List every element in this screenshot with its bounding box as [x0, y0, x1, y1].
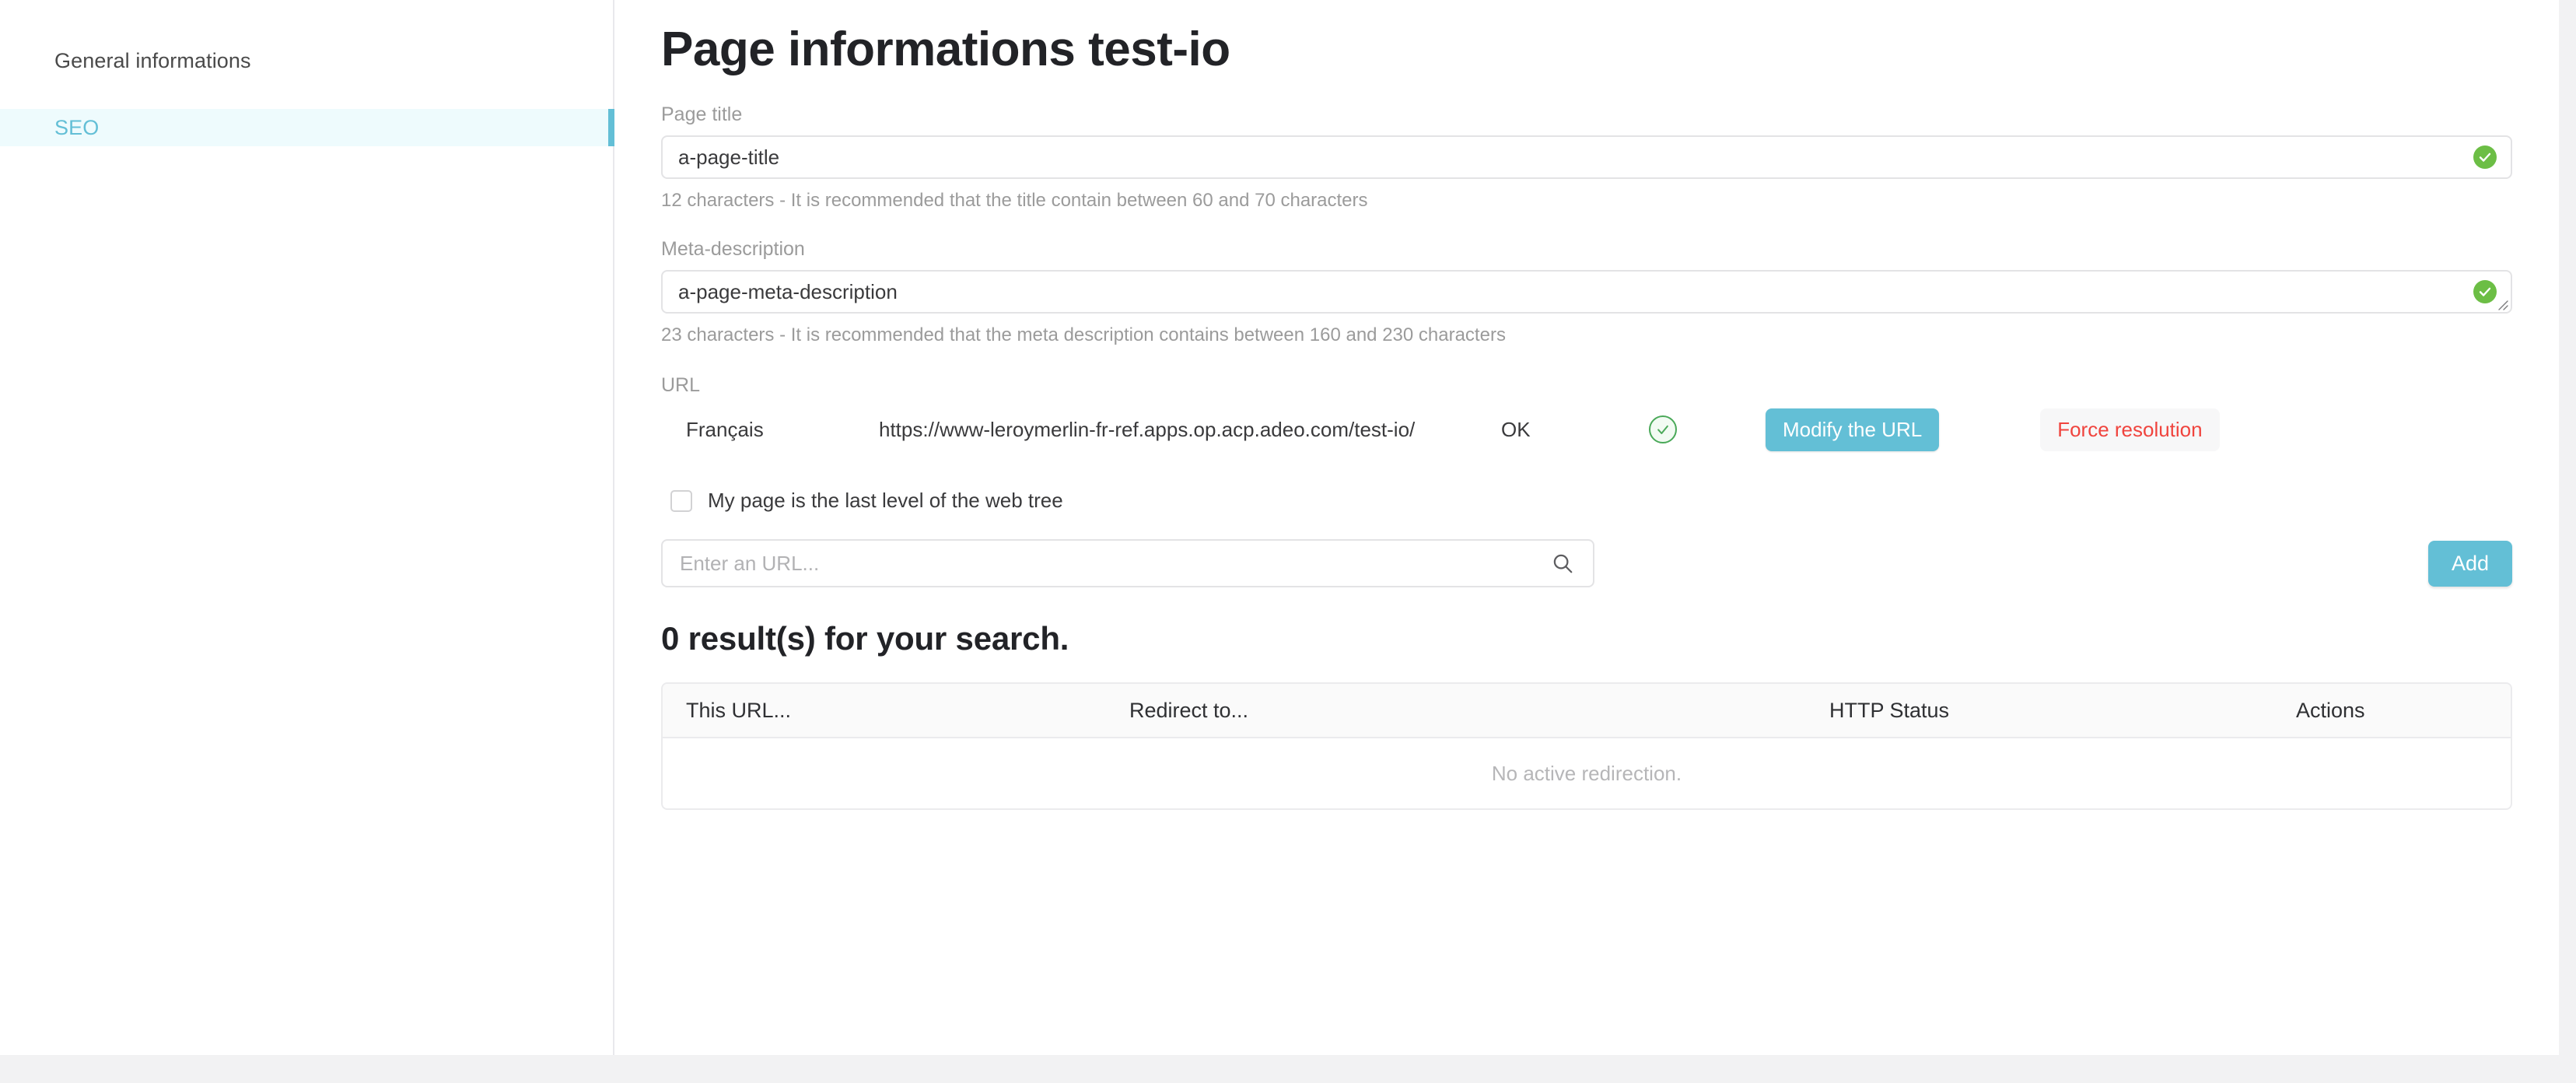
- url-section-label: URL: [661, 374, 701, 396]
- redirections-table: This URL... Redirect to... HTTP Status A…: [661, 682, 2512, 810]
- sidebar-item-general-informations[interactable]: General informations: [0, 42, 613, 79]
- column-header-this-url: This URL...: [686, 698, 792, 722]
- table-header-row: This URL... Redirect to... HTTP Status A…: [663, 684, 2511, 738]
- sidebar: General informations SEO: [0, 0, 614, 1055]
- url-search-input[interactable]: [663, 541, 1510, 586]
- column-header-actions: Actions: [2296, 698, 2365, 722]
- meta-description-hint: 23 characters - It is recommended that t…: [661, 324, 1506, 345]
- url-status-text: OK: [1501, 417, 1531, 441]
- modify-the-url-button[interactable]: Modify the URL: [1766, 408, 1940, 451]
- page-title-input-value: a-page-title: [678, 145, 780, 169]
- force-resolution-button[interactable]: Force resolution: [2040, 408, 2220, 451]
- app-root: General informations SEO Page informatio…: [0, 0, 2576, 1083]
- meta-description-input-value: a-page-meta-description: [678, 279, 898, 303]
- page-title: Page informations test-io: [661, 23, 1230, 76]
- results-title: 0 result(s) for your search.: [661, 620, 1069, 657]
- sidebar-item-label: General informations: [54, 48, 251, 72]
- search-row: Add: [661, 539, 2512, 587]
- page-title-field-label: Page title: [661, 103, 743, 125]
- check-circle-filled-icon: [2473, 145, 2497, 169]
- add-button[interactable]: Add: [2427, 540, 2512, 587]
- resize-grip-icon[interactable]: [2494, 296, 2508, 310]
- column-header-http-status: HTTP Status: [1829, 698, 1950, 722]
- check-circle-filled-icon: [2473, 280, 2497, 303]
- url-row: Français https://www-leroymerlin-fr-ref.…: [661, 408, 2512, 451]
- page-title-input[interactable]: a-page-title: [661, 135, 2512, 179]
- url-search-box[interactable]: [661, 539, 1594, 587]
- search-icon[interactable]: [1551, 552, 1574, 575]
- sidebar-item-seo[interactable]: SEO: [0, 109, 614, 146]
- url-language: Français: [686, 417, 764, 441]
- column-header-redirect-to: Redirect to...: [1129, 698, 1249, 722]
- last-level-checkbox-label: My page is the last level of the web tre…: [708, 489, 1063, 512]
- meta-description-field-label: Meta-description: [661, 238, 805, 260]
- main-content: Page informations test-io Page title a-p…: [614, 0, 2559, 1055]
- url-status-icon-wrap: [1649, 415, 1766, 443]
- meta-description-input[interactable]: a-page-meta-description: [661, 270, 2512, 314]
- table-empty-message: No active redirection.: [1491, 761, 1682, 785]
- page-title-hint: 12 characters - It is recommended that t…: [661, 190, 1368, 211]
- check-circle-outline-icon: [1649, 415, 1677, 443]
- url-value: https://www-leroymerlin-fr-ref.apps.op.a…: [879, 417, 1416, 441]
- last-level-checkbox[interactable]: [670, 489, 692, 512]
- last-level-checkbox-row[interactable]: My page is the last level of the web tre…: [661, 489, 2512, 513]
- sidebar-item-label: SEO: [54, 115, 100, 139]
